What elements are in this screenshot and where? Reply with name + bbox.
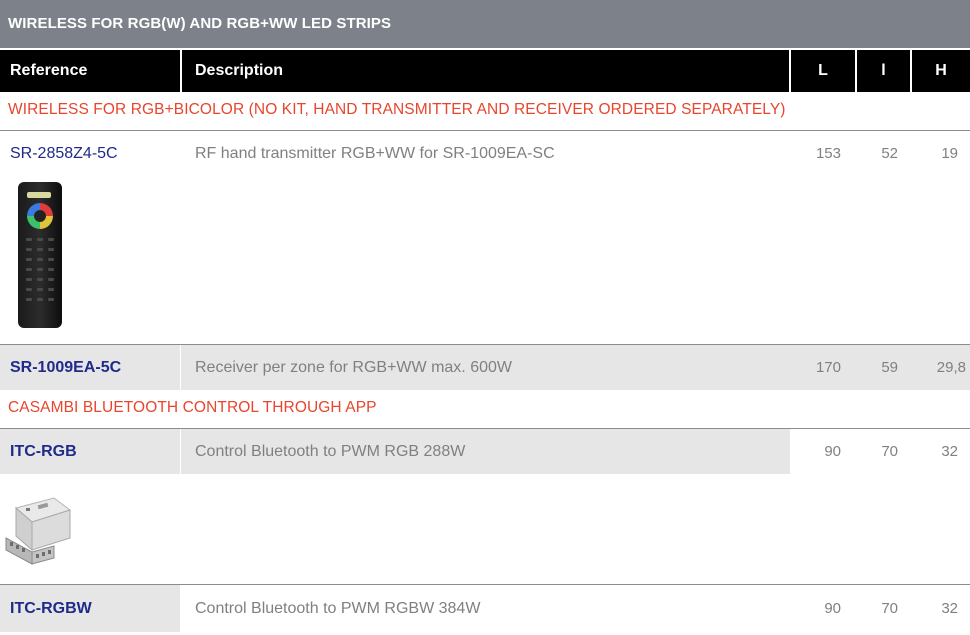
row-width: 70 <box>881 600 898 617</box>
row-reference: SR-1009EA-5C <box>0 345 180 390</box>
row-reference: SR-2858Z4-5C <box>10 145 118 162</box>
table-row: ITC-RGBW Control Bluetooth to PWM RGBW 3… <box>0 584 970 633</box>
section-heading-casambi: CASAMBI BLUETOOTH CONTROL THROUGH APP <box>8 399 377 416</box>
column-header-H: H <box>912 50 970 92</box>
row-height: 32 <box>941 600 958 617</box>
row-reference: ITC-RGBW <box>0 585 180 632</box>
rf-hand-transmitter-image <box>10 180 72 330</box>
table-row: SR-2858Z4-5C RF hand transmitter RGB+WW … <box>0 130 970 176</box>
row-length: 153 <box>815 145 841 162</box>
row-description: Receiver per zone for RGB+WW max. 600W <box>181 345 790 390</box>
row-width: 52 <box>881 145 898 162</box>
table-title: WIRELESS FOR RGB(W) AND RGB+WW LED STRIP… <box>0 0 970 48</box>
product-table-page: WIRELESS FOR RGB(W) AND RGB+WW LED STRIP… <box>0 0 970 635</box>
row-reference: ITC-RGB <box>0 429 180 474</box>
table-row: SR-1009EA-5C Receiver per zone for RGB+W… <box>0 344 970 390</box>
section-heading-wireless: WIRELESS FOR RGB+BICOLOR (NO KIT, HAND T… <box>8 101 786 118</box>
column-header-reference: Reference <box>0 50 180 92</box>
row-width: 59 <box>881 359 898 376</box>
row-width: 70 <box>881 443 898 460</box>
row-length: 170 <box>815 359 841 376</box>
row-height: 19 <box>941 145 958 162</box>
bluetooth-controller-image <box>2 494 74 572</box>
remote-control-icon <box>18 182 62 328</box>
row-length: 90 <box>824 443 841 460</box>
column-header-description: Description <box>182 50 789 92</box>
column-header-L: L <box>791 50 855 92</box>
row-description: Control Bluetooth to PWM RGB 288W <box>181 429 790 474</box>
row-description: Control Bluetooth to PWM RGBW 384W <box>195 600 481 617</box>
column-header-l: l <box>857 50 910 92</box>
controller-box-icon <box>5 497 72 565</box>
row-length: 90 <box>824 600 841 617</box>
column-header-row: Reference Description L l H <box>0 50 970 92</box>
row-height: 29,8 <box>936 359 966 376</box>
row-height: 32 <box>941 443 958 460</box>
row-description: RF hand transmitter RGB+WW for SR-1009EA… <box>195 145 555 162</box>
table-row: ITC-RGB Control Bluetooth to PWM RGB 288… <box>0 428 970 474</box>
